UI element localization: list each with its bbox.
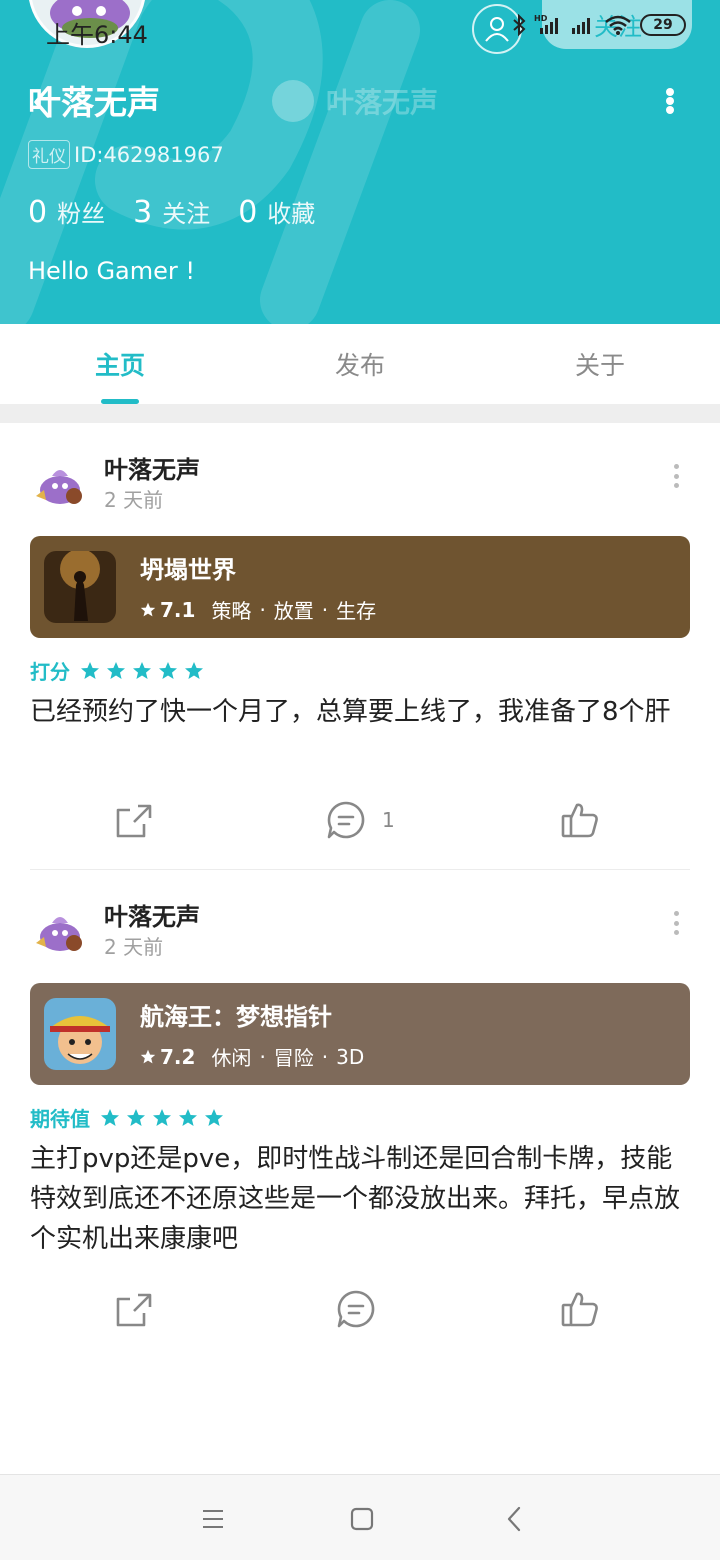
bluetooth-icon: [513, 14, 526, 36]
game-meta: 7.2 休闲 · 冒险 · 3D: [140, 1042, 364, 1071]
comment-icon: [337, 1290, 375, 1328]
game-tag: 休闲: [211, 1046, 252, 1070]
battery-indicator: 29: [640, 14, 686, 36]
home-button[interactable]: [344, 1501, 380, 1537]
etiquette-badge: 礼仪: [28, 140, 70, 169]
thumbs-up-icon: [561, 803, 598, 838]
star-icon: [205, 1108, 223, 1126]
back-icon: [507, 1506, 521, 1532]
user-bio: Hello Gamer !: [28, 257, 196, 285]
game-tag: 生存: [336, 599, 377, 623]
section-gap: [0, 404, 720, 423]
comment-button[interactable]: [336, 1284, 392, 1334]
share-button[interactable]: [114, 795, 154, 845]
id-row: 礼仪 ID:462981967: [28, 140, 224, 169]
signal-icon: [572, 18, 590, 34]
more-options-icon[interactable]: [664, 88, 676, 114]
like-button[interactable]: [560, 1284, 600, 1334]
game-tag: 3D: [336, 1044, 365, 1069]
thumbs-up-icon: [561, 1292, 598, 1327]
user-id: ID:462981967: [74, 142, 224, 167]
tab-posts[interactable]: 发布: [240, 324, 480, 404]
star-icon: [101, 1108, 119, 1126]
post-text: 已经预约了快一个月了，总算要上线了，我准备了8个肝: [30, 697, 671, 727]
star-icon: [133, 661, 151, 679]
star-icon: [107, 661, 125, 679]
star-icon: [140, 1049, 156, 1063]
game-card[interactable]: 航海王：梦想指针 7.2 休闲 · 冒险 · 3D: [30, 983, 690, 1085]
star-icon: [81, 661, 99, 679]
star-icon: [140, 602, 156, 616]
post-time: 2 天前: [104, 488, 164, 512]
stat-fans[interactable]: 0 粉丝: [28, 194, 105, 230]
game-score: 7.2: [160, 1044, 196, 1069]
post-header: 叶落无声 2 天前: [30, 448, 690, 518]
rating-row: 打分: [30, 656, 204, 685]
like-button[interactable]: [560, 795, 600, 845]
status-icons: HD 29: [512, 14, 686, 36]
home-square-icon: [350, 1507, 374, 1531]
game-tag: 冒险: [273, 1046, 314, 1070]
game-meta: 7.1 策略 · 放置 · 生存: [140, 595, 376, 624]
rating-label: 期待值: [30, 1107, 90, 1131]
comment-icon: [327, 801, 365, 839]
game-title: 航海王：梦想指针: [140, 1003, 332, 1031]
back-button[interactable]: [496, 1501, 532, 1537]
collapsed-avatar: [272, 80, 314, 122]
comment-button[interactable]: 1: [326, 795, 395, 845]
star-icon: [179, 1108, 197, 1126]
post-actions: [0, 1284, 720, 1334]
tab-home[interactable]: 主页: [0, 324, 240, 404]
post-header: 叶落无声 2 天前: [30, 895, 690, 965]
share-icon: [116, 804, 152, 838]
post-author: 叶落无声: [104, 456, 200, 484]
game-icon: [44, 998, 116, 1070]
user-name: 叶落无声: [28, 83, 160, 122]
post-text: 主打pvp还是pve，即时性战斗制还是回合制卡牌，技能特效到底还不还原这些是一个…: [30, 1144, 681, 1254]
collapsed-title: 叶落无声: [272, 80, 438, 122]
post-actions: 1: [0, 795, 720, 845]
post-more-icon[interactable]: [672, 464, 680, 488]
profile-header: 上午6:44 关注 HD 29 叶落无声 叶落无声 礼仪 ID:46298196…: [0, 0, 720, 324]
game-tag: 放置: [273, 599, 314, 623]
game-card[interactable]: 坍塌世界 7.1 策略 · 放置 · 生存: [30, 536, 690, 638]
profile-tabs: 主页 发布 关于: [0, 324, 720, 404]
post-more-icon[interactable]: [672, 911, 680, 935]
rating-row: 期待值: [30, 1103, 224, 1132]
game-icon: [44, 551, 116, 623]
signal-hd-icon: HD: [534, 14, 558, 34]
stat-following[interactable]: 3 关注: [133, 194, 210, 230]
star-icon: [159, 661, 177, 679]
post-divider: [30, 869, 690, 870]
game-title: 坍塌世界: [140, 556, 236, 584]
author-avatar[interactable]: [30, 456, 86, 512]
star-icon: [185, 661, 203, 679]
status-time: 上午6:44: [46, 21, 148, 49]
star-icon: [127, 1108, 145, 1126]
stat-favorites[interactable]: 0 收藏: [238, 194, 315, 230]
tab-about[interactable]: 关于: [480, 324, 720, 404]
svg-text:HD: HD: [534, 14, 548, 23]
post-author: 叶落无声: [104, 903, 200, 931]
post-time: 2 天前: [104, 935, 164, 959]
game-tag: 策略: [211, 599, 252, 623]
profile-stats: 0 粉丝 3 关注 0 收藏: [28, 194, 315, 230]
author-avatar[interactable]: [30, 903, 86, 959]
menu-icon: [203, 1510, 223, 1528]
star-icon: [153, 1108, 171, 1126]
rating-label: 打分: [30, 660, 70, 684]
system-nav-bar: [0, 1474, 720, 1560]
share-icon: [116, 1293, 152, 1327]
game-score: 7.1: [160, 597, 196, 622]
comment-count: 1: [382, 808, 395, 832]
share-button[interactable]: [114, 1284, 154, 1334]
wifi-icon: [605, 15, 631, 35]
menu-button[interactable]: [195, 1501, 231, 1537]
